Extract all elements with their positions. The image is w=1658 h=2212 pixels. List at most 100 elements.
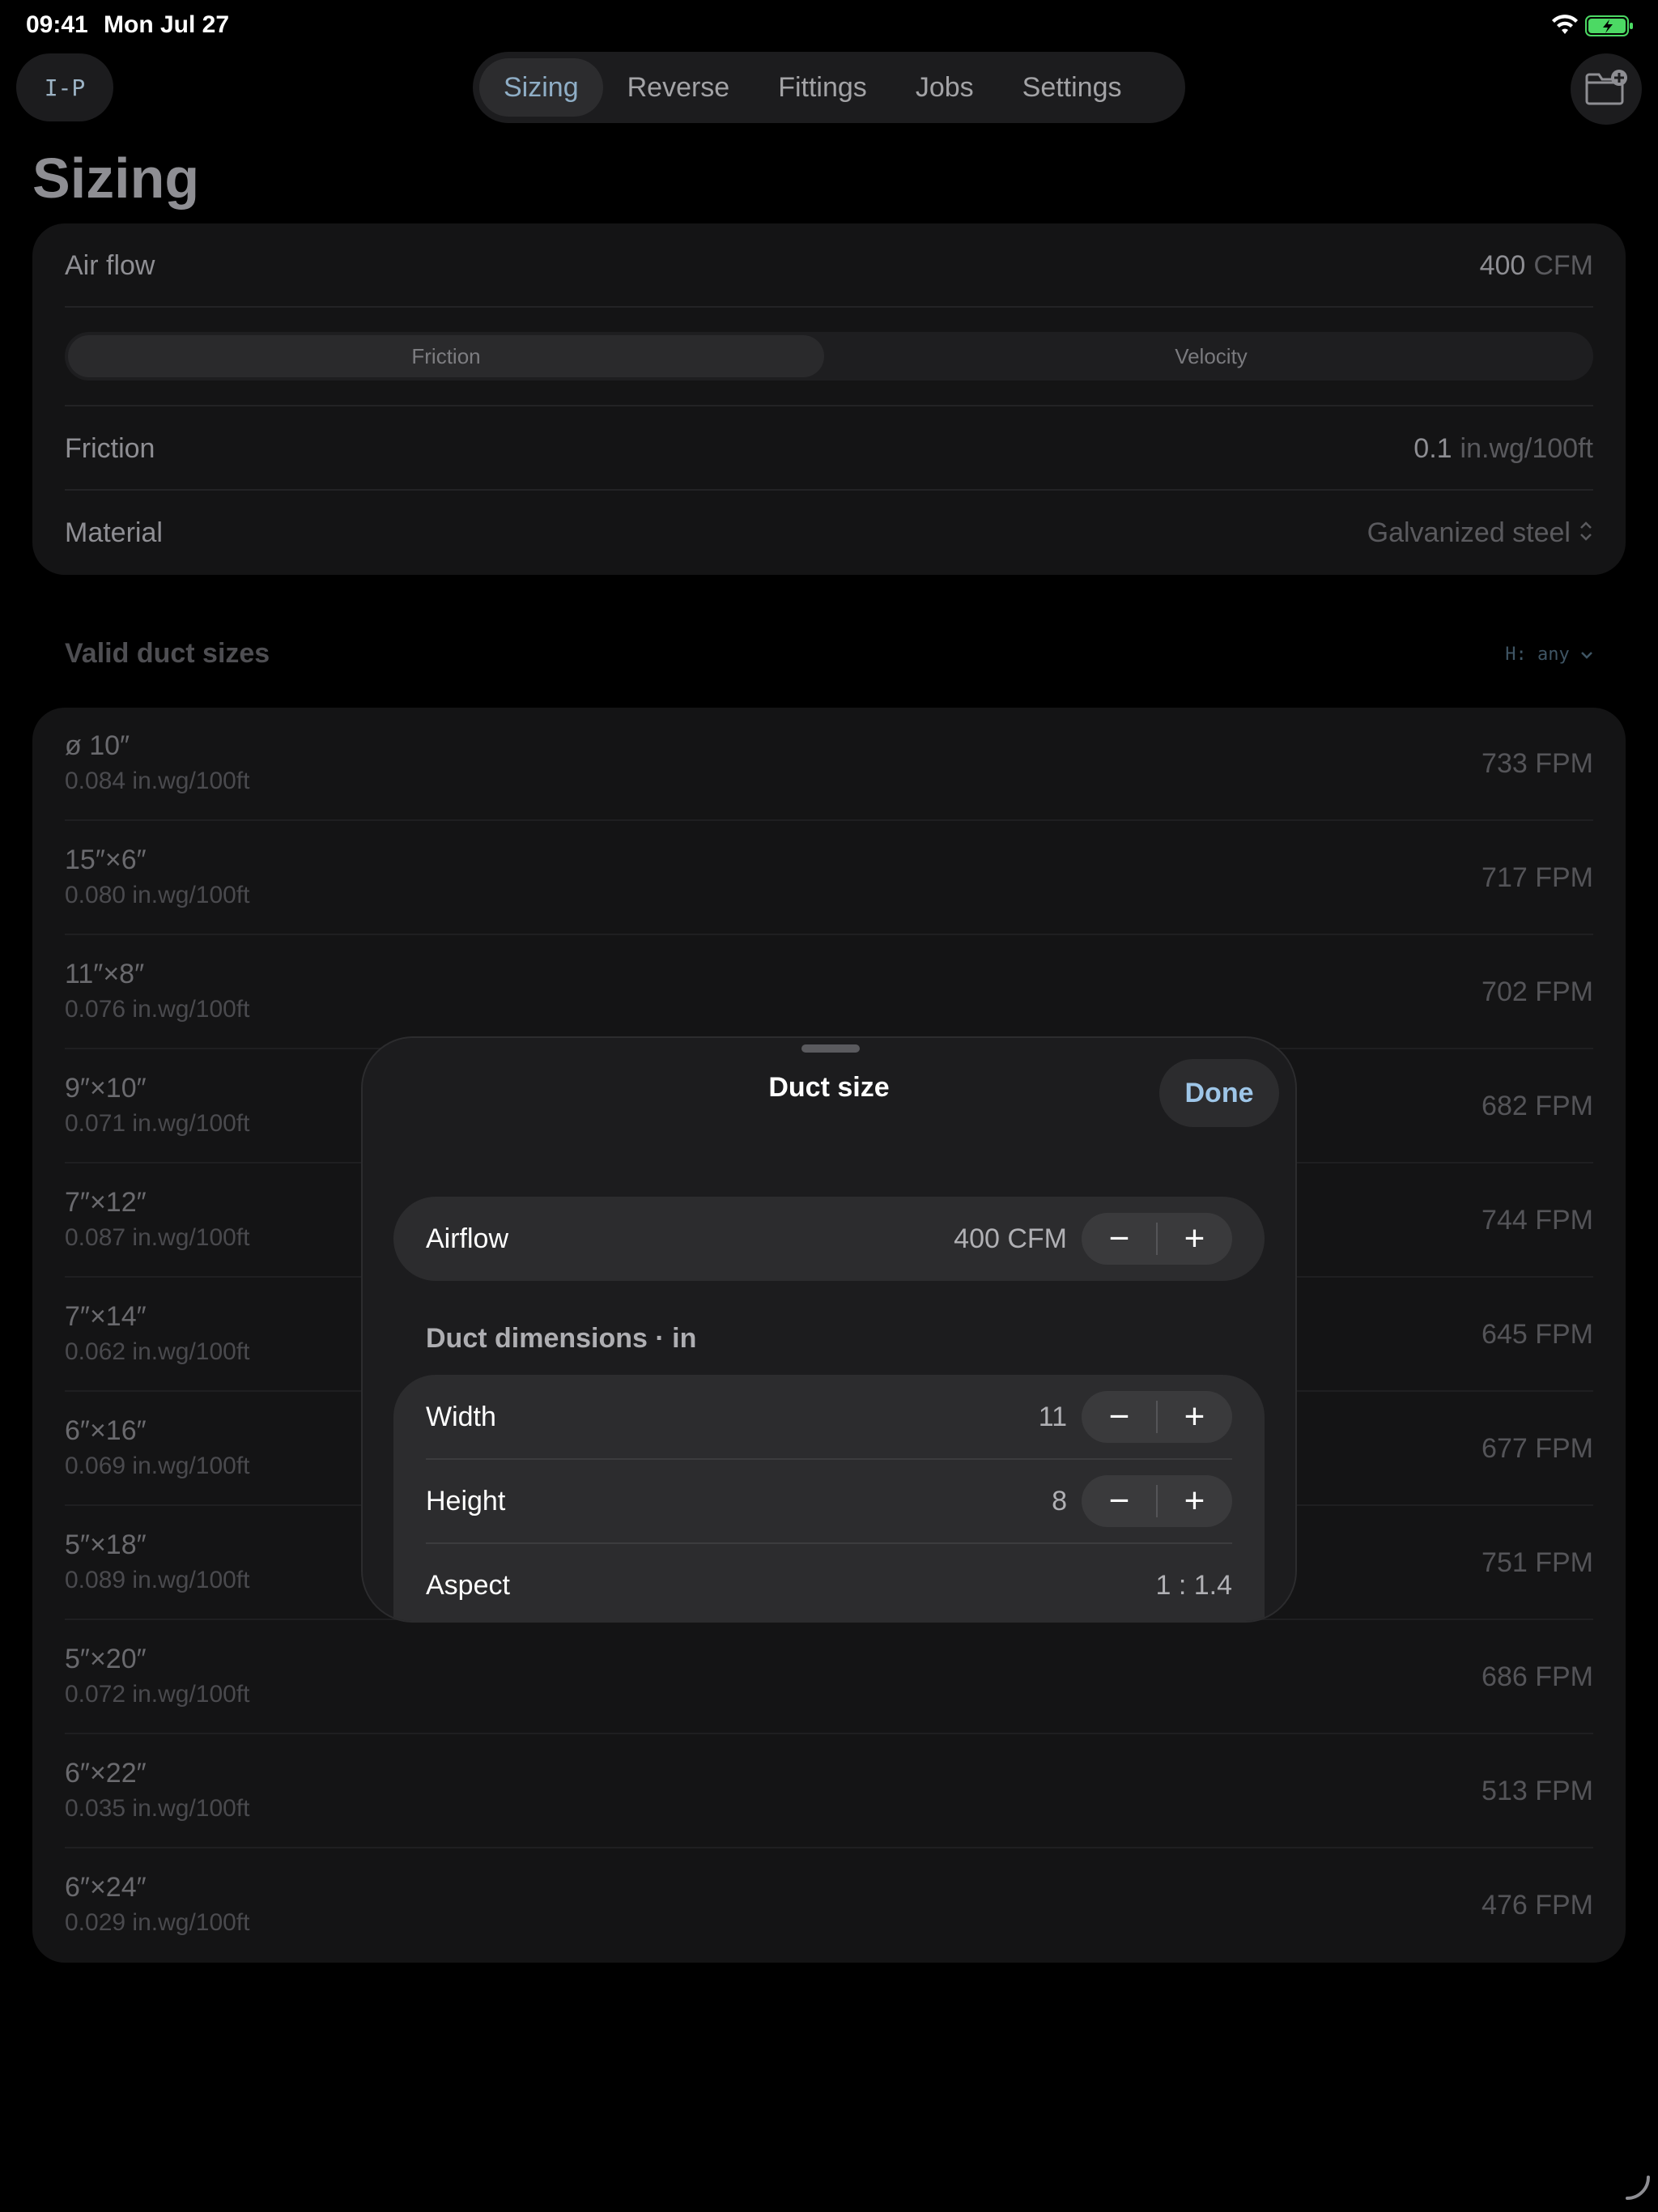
tab-fittings[interactable]: Fittings (754, 58, 891, 117)
duct-friction: 0.069 in.wg/100ft (65, 1453, 250, 1479)
duct-friction: 0.089 in.wg/100ft (65, 1567, 250, 1593)
duct-velocity: 682 FPM (1482, 1091, 1593, 1121)
airflow-unit: CFM (1533, 249, 1593, 281)
tab-sizing[interactable]: Sizing (479, 58, 603, 117)
friction-value[interactable]: 0.1 (1414, 433, 1452, 464)
mode-friction-option[interactable]: Friction (68, 335, 824, 377)
aspect-label: Aspect (426, 1569, 510, 1601)
width-decrement-button[interactable]: − (1082, 1391, 1157, 1443)
duct-velocity: 677 FPM (1482, 1433, 1593, 1464)
divider (65, 405, 1593, 406)
duct-friction: 0.029 in.wg/100ft (65, 1909, 250, 1936)
tab-jobs[interactable]: Jobs (891, 58, 998, 117)
height-label: Height (426, 1485, 506, 1516)
divider (65, 819, 1593, 821)
airflow-value[interactable]: 400 (1480, 250, 1526, 281)
duct-dimension: 11″×8″ (65, 959, 145, 989)
list-item[interactable]: 5″×20″ 0.072 in.wg/100ft 686 FPM (65, 1621, 1593, 1734)
list-item[interactable]: ø 10″ 0.084 in.wg/100ft 733 FPM (65, 708, 1593, 821)
duct-dimension: 5″×20″ (65, 1644, 147, 1674)
airflow-stepper: − + (1082, 1213, 1232, 1265)
width-value: 11 (1038, 1401, 1067, 1432)
duct-friction: 0.062 in.wg/100ft (65, 1338, 250, 1365)
list-item[interactable]: 6″×22″ 0.035 in.wg/100ft 513 FPM (65, 1735, 1593, 1848)
divider (1156, 1401, 1158, 1433)
divider (65, 934, 1593, 935)
duct-friction: 0.035 in.wg/100ft (65, 1795, 250, 1822)
divider (65, 1733, 1593, 1734)
mode-segmented-control: Friction Velocity (65, 332, 1593, 381)
duct-dimensions-header: Duct dimensions · in (426, 1323, 697, 1354)
status-time: 09:41 (26, 11, 88, 38)
duct-dimension: 6″×22″ (65, 1758, 147, 1789)
tab-settings[interactable]: Settings (998, 58, 1146, 117)
height-row: Height 8 − + (426, 1459, 1232, 1543)
duct-size-sheet: Duct size Done Airflow 400 CFM − + Duct … (361, 1036, 1297, 1623)
duct-friction: 0.076 in.wg/100ft (65, 996, 250, 1023)
width-increment-button[interactable]: + (1157, 1391, 1232, 1443)
height-stepper: − + (1082, 1475, 1232, 1527)
material-value[interactable]: Galvanized steel (1367, 517, 1571, 549)
aspect-row: Aspect 1 : 1.4 (426, 1543, 1232, 1621)
tab-reverse[interactable]: Reverse (603, 58, 755, 117)
duct-friction: 0.072 in.wg/100ft (65, 1681, 250, 1708)
friction-row[interactable]: Friction 0.1 in.wg/100ft (65, 423, 1593, 474)
valid-duct-sizes-header: Valid duct sizes (65, 638, 270, 669)
sheet-grabber[interactable] (801, 1044, 860, 1053)
duct-velocity: 476 FPM (1482, 1890, 1593, 1921)
duct-dimension: 6″×16″ (65, 1415, 147, 1446)
sheet-airflow-label: Airflow (426, 1223, 509, 1254)
duct-dimension: ø 10″ (65, 730, 130, 761)
height-filter-menu[interactable]: H: any (1505, 644, 1593, 665)
material-row[interactable]: Material Galvanized steel (65, 507, 1593, 559)
duct-friction: 0.084 in.wg/100ft (65, 768, 250, 794)
material-label: Material (65, 517, 163, 548)
height-value: 8 (1052, 1485, 1067, 1516)
list-item[interactable]: 6″×24″ 0.029 in.wg/100ft 476 FPM (65, 1849, 1593, 1963)
airflow-row[interactable]: Air flow 400 CFM (65, 240, 1593, 291)
duct-dimension: 7″×12″ (65, 1187, 147, 1218)
chevron-down-icon (1580, 644, 1593, 665)
height-increment-button[interactable]: + (1157, 1475, 1232, 1527)
dimensions-group: Width 11 − + Height 8 − + Aspect 1 : 1.4 (393, 1375, 1265, 1621)
divider (65, 306, 1593, 308)
sheet-airflow-value: 400 CFM (954, 1223, 1067, 1254)
width-label: Width (426, 1401, 496, 1432)
duct-friction: 0.071 in.wg/100ft (65, 1110, 250, 1137)
new-job-folder-button[interactable] (1571, 53, 1642, 125)
friction-unit: in.wg/100ft (1460, 432, 1593, 464)
height-decrement-button[interactable]: − (1082, 1475, 1157, 1527)
main-tab-bar: Sizing Reverse Fittings Jobs Settings (473, 52, 1185, 123)
duct-velocity: 717 FPM (1482, 862, 1593, 893)
done-button[interactable]: Done (1159, 1059, 1279, 1127)
duct-dimension: 15″×6″ (65, 844, 147, 875)
duct-friction: 0.080 in.wg/100ft (65, 882, 250, 908)
width-stepper: − + (1082, 1391, 1232, 1443)
airflow-group: Airflow 400 CFM − + (393, 1197, 1265, 1281)
duct-velocity: 751 FPM (1482, 1547, 1593, 1578)
status-date: Mon Jul 27 (104, 11, 230, 38)
sheet-title: Duct size (768, 1072, 890, 1103)
duct-velocity: 686 FPM (1482, 1661, 1593, 1692)
duct-dimension: 5″×18″ (65, 1529, 147, 1560)
airflow-decrement-button[interactable]: − (1082, 1213, 1157, 1265)
mode-velocity-option[interactable]: Velocity (829, 335, 1593, 377)
divider (1156, 1223, 1158, 1255)
resize-handle-icon[interactable] (1624, 2174, 1652, 2206)
airflow-increment-button[interactable]: + (1157, 1213, 1232, 1265)
divider (65, 489, 1593, 491)
list-item[interactable]: 15″×6″ 0.080 in.wg/100ft 717 FPM (65, 822, 1593, 935)
duct-dimension: 6″×24″ (65, 1872, 147, 1903)
width-row: Width 11 − + (426, 1375, 1232, 1459)
duct-dimension: 7″×14″ (65, 1301, 147, 1332)
battery-charging-icon (1585, 15, 1634, 41)
duct-dimension: 9″×10″ (65, 1073, 147, 1104)
unit-system-button[interactable]: I-P (16, 53, 113, 121)
duct-velocity: 733 FPM (1482, 748, 1593, 779)
divider (1156, 1485, 1158, 1517)
list-item[interactable]: 11″×8″ 0.076 in.wg/100ft 702 FPM (65, 936, 1593, 1049)
duct-velocity: 645 FPM (1482, 1319, 1593, 1350)
sizing-form-card: Air flow 400 CFM Friction Velocity Fricti… (32, 223, 1626, 575)
duct-velocity: 513 FPM (1482, 1776, 1593, 1806)
page-title: Sizing (32, 147, 200, 210)
